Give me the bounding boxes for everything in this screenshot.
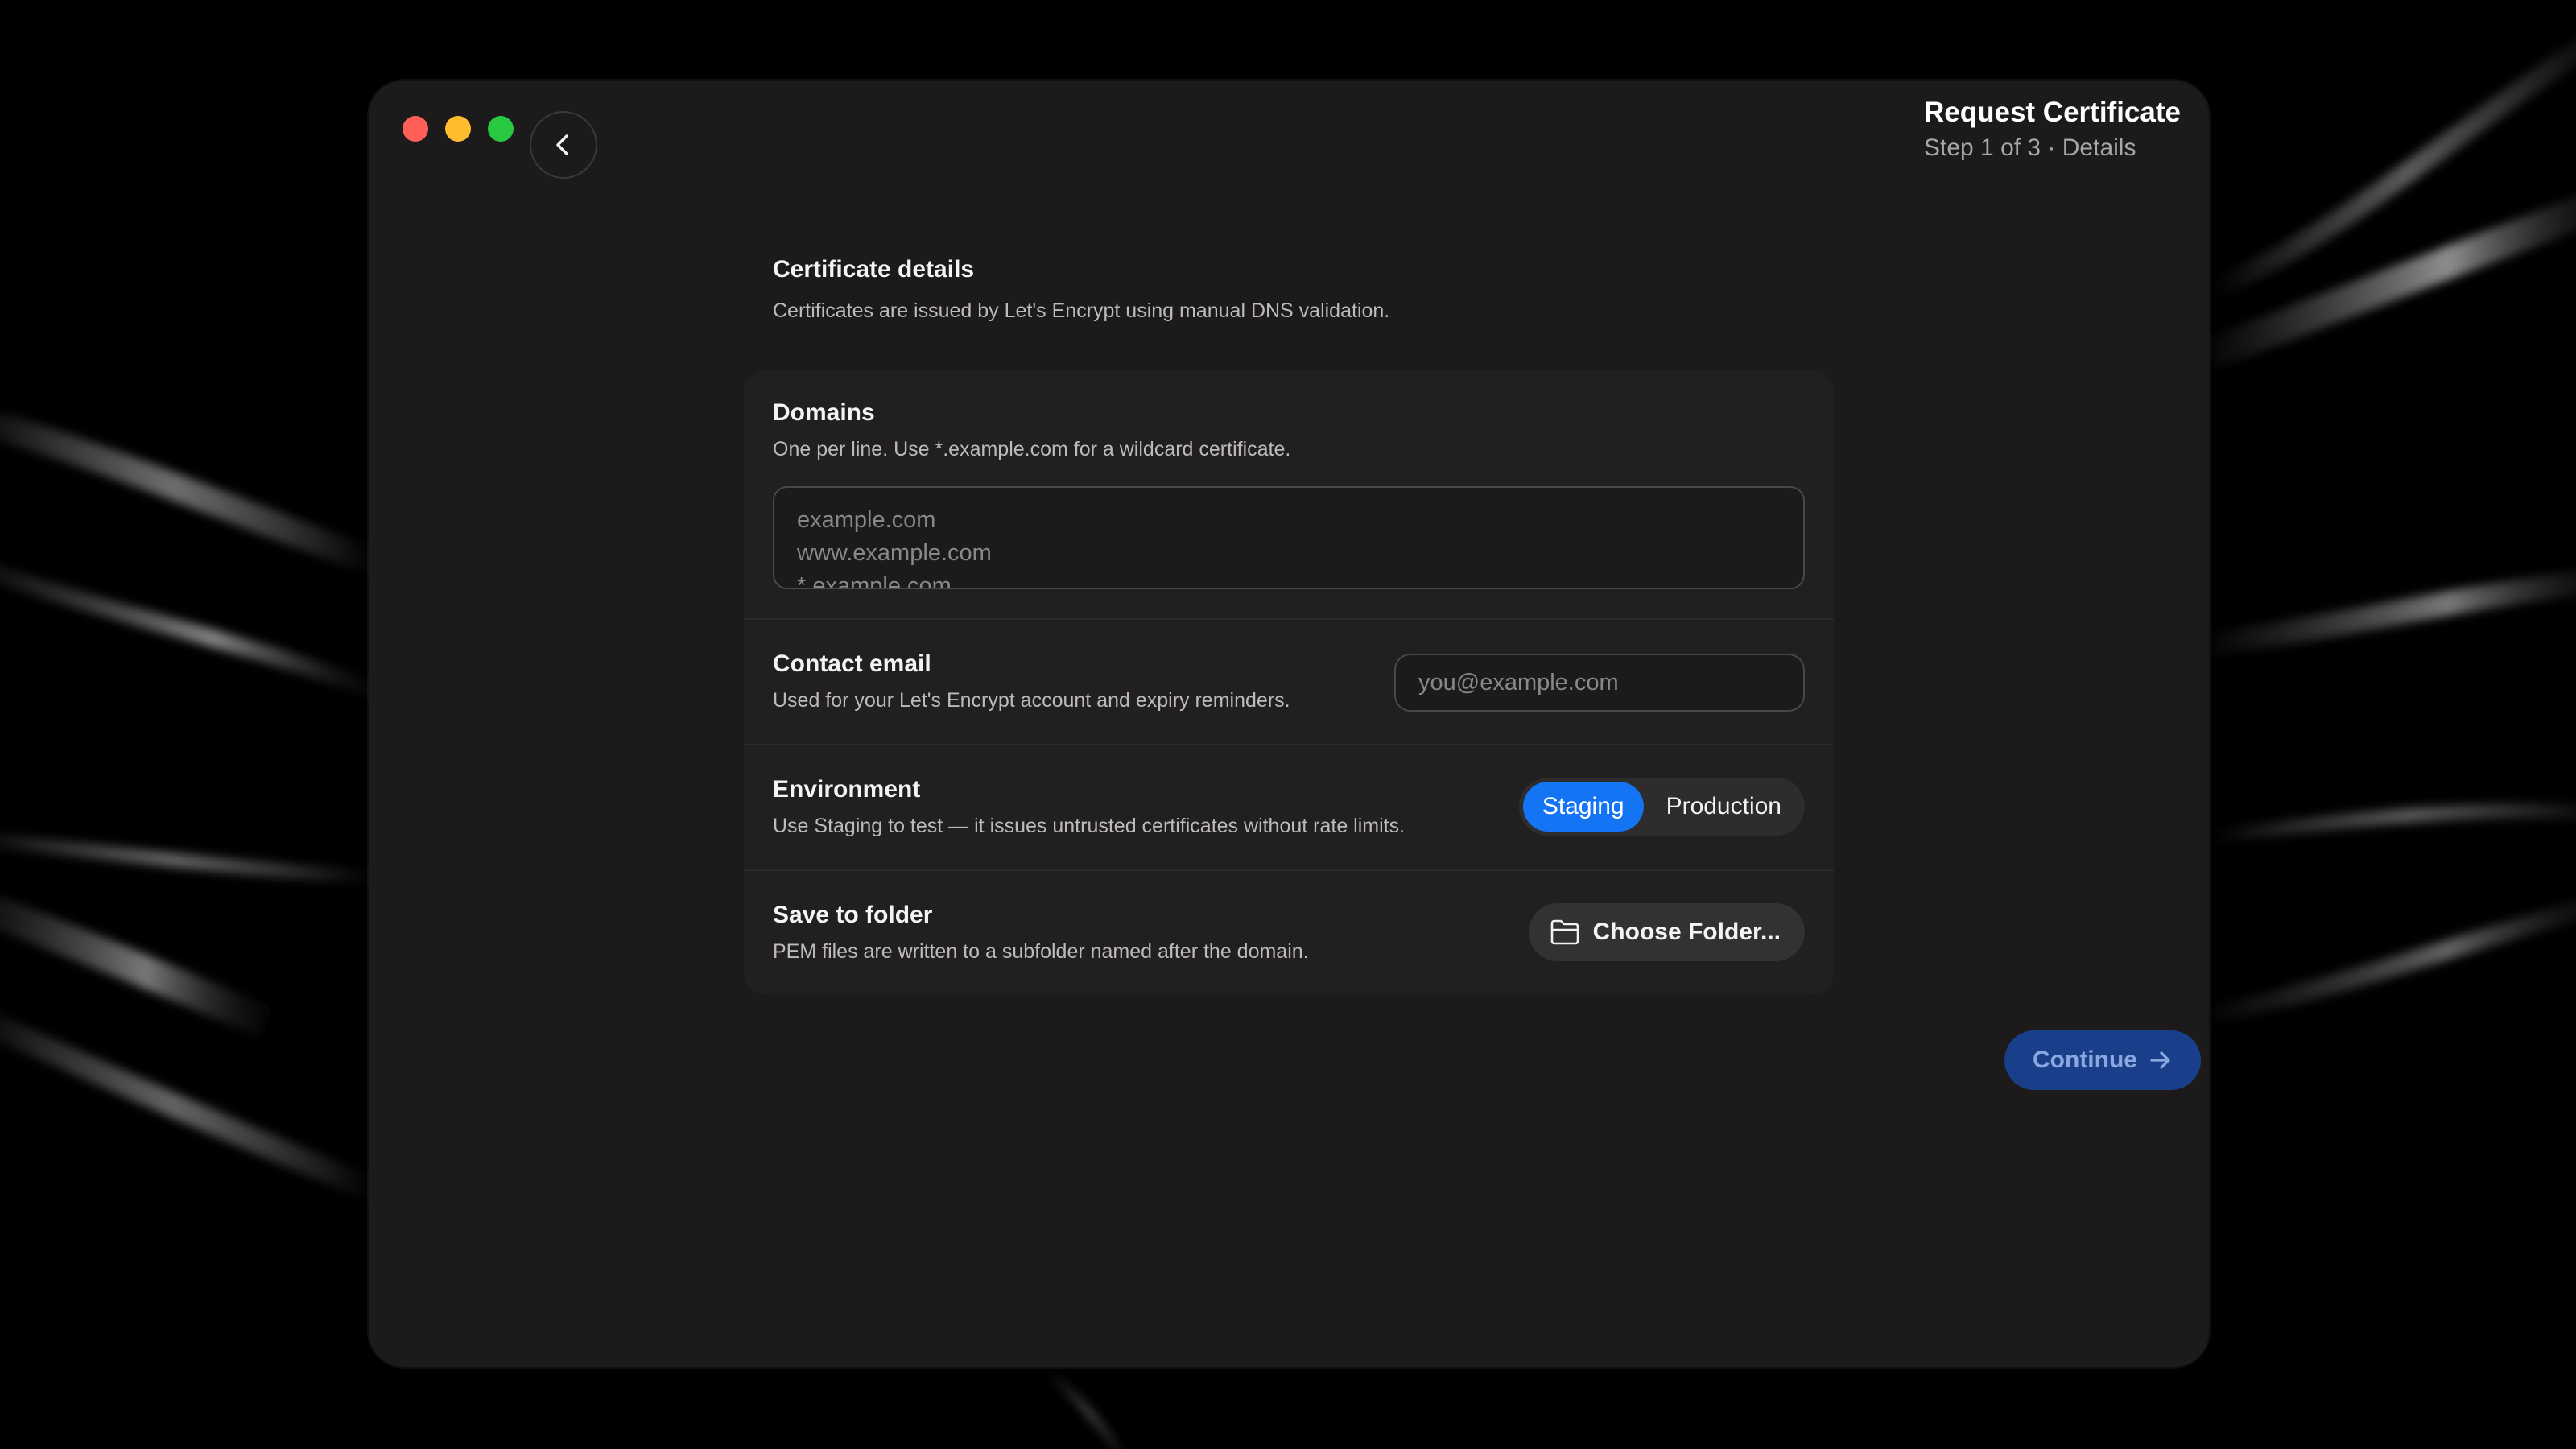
window-title: Request Certificate [1924,97,2181,128]
domains-description: One per line. Use *.example.com for a wi… [773,438,1291,460]
section-title: Certificate details [773,256,975,283]
domains-placeholder-line: www.example.com [797,540,992,566]
chevron-left-icon [556,134,568,155]
continue-label: Continue [2033,1046,2137,1073]
environment-segmented-control: Staging Production [1518,778,1805,836]
zoom-window-button[interactable] [488,116,514,142]
folder-icon [1550,919,1579,945]
domains-textarea[interactable]: example.com www.example.com *.example.co… [773,486,1805,589]
environment-option-staging[interactable]: Staging [1522,782,1644,832]
domains-placeholder-line: example.com [797,507,936,533]
continue-button[interactable]: Continue [2004,1030,2201,1090]
row-divider [744,618,1834,620]
domains-row: Domains One per line. Use *.example.com … [773,399,1805,461]
email-placeholder: you@example.com [1418,669,1619,696]
step-indicator: Step 1 of 3 · Details [1924,134,2136,161]
domains-label: Domains [773,399,875,426]
section-description: Certificates are issued by Let's Encrypt… [773,299,1390,322]
back-button[interactable] [530,111,597,179]
domains-placeholder-line: *.example.com [797,573,952,589]
app-window: Request Certificate Step 1 of 3 · Detail… [369,80,2209,1367]
window-header: Request Certificate Step 1 of 3 · Detail… [1924,95,2194,163]
choose-folder-label: Choose Folder... [1592,919,1781,945]
row-divider [744,744,1834,745]
form-card: Domains One per line. Use *.example.com … [744,370,1834,995]
close-window-button[interactable] [402,116,428,142]
choose-folder-button[interactable]: Choose Folder... [1528,903,1805,961]
section-intro: Certificate details Certificates are iss… [773,256,1389,323]
environment-option-production[interactable]: Production [1647,782,1801,832]
window-controls [402,116,514,142]
email-input[interactable]: you@example.com [1394,654,1805,712]
row-divider [744,869,1834,871]
minimize-window-button[interactable] [445,116,471,142]
arrow-right-icon [2150,1051,2170,1069]
